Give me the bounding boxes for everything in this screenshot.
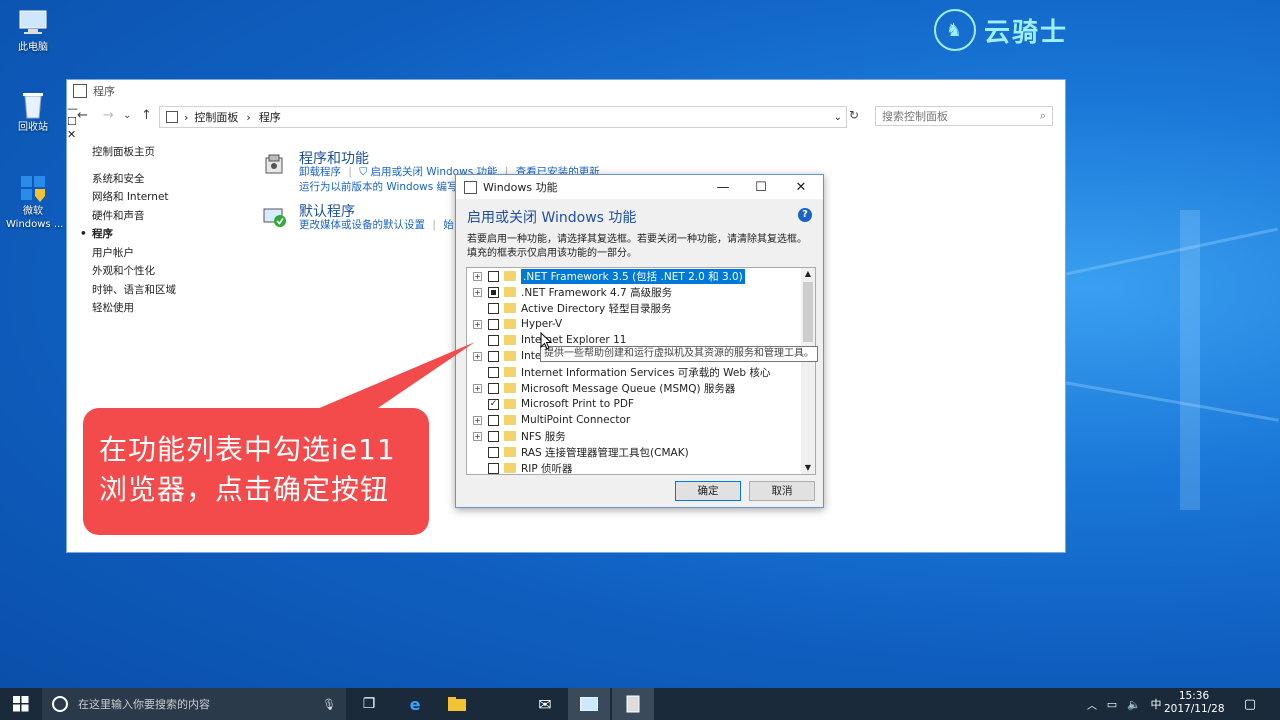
ime-indicator[interactable]: 中 [1146, 688, 1166, 720]
active-app-icon[interactable] [568, 688, 610, 720]
mail-icon[interactable]: ✉ [524, 688, 566, 720]
clock-date: 2017/11/28 [1164, 703, 1225, 715]
edge-icon[interactable]: e [394, 688, 436, 720]
instruction-callout: 在功能列表中勾选ie11 浏览器，点击确定按钮 [83, 408, 429, 535]
windows-logo-icon [13, 696, 29, 712]
callout-line-1: 在功能列表中勾选ie11 [99, 433, 396, 466]
taskbar-clock[interactable]: 15:36 2017/11/28 [1164, 690, 1225, 716]
show-hidden-icons[interactable]: ︿ [1082, 688, 1102, 720]
notification-icon[interactable]: ▢ [1236, 688, 1264, 720]
callout-line-2: 浏览器，点击确定按钮 [99, 473, 390, 506]
volume-icon[interactable]: 🔈 [1124, 688, 1144, 720]
taskbar-search-box[interactable]: 在这里输入你要搜索的内容 🎙 [42, 688, 346, 720]
microphone-icon[interactable]: 🎙 [322, 698, 336, 711]
clock-time: 15:36 [1178, 690, 1210, 702]
taskbar: 在这里输入你要搜索的内容 🎙 ❐ e ✉ ︿ ▭ 🔈 中 15:36 2017/… [0, 688, 1280, 720]
cortana-icon [52, 696, 68, 712]
file-explorer-icon[interactable] [436, 688, 478, 720]
control-panel-taskbar-icon[interactable] [612, 688, 654, 720]
start-button[interactable] [0, 688, 42, 720]
callout-arrow [310, 342, 475, 412]
taskbar-search-placeholder: 在这里输入你要搜索的内容 [78, 698, 210, 711]
network-icon[interactable]: ▭ [1102, 688, 1122, 720]
task-view-icon[interactable]: ❐ [348, 688, 390, 720]
